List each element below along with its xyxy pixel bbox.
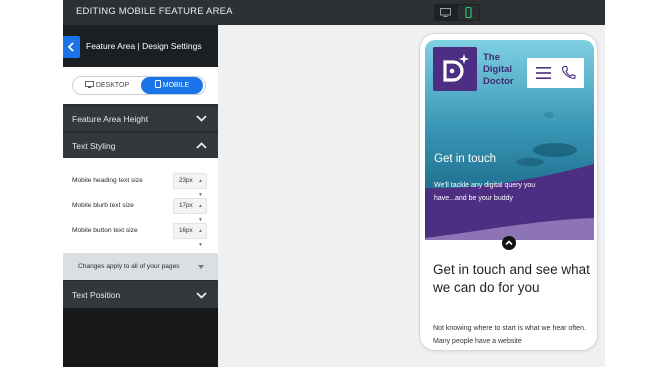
hero-blurb-line: have...and be your buddy (434, 195, 514, 202)
brand-logo[interactable] (433, 47, 477, 91)
editor-title: EDITING MOBILE FEATURE AREA (76, 6, 233, 17)
hamburger-icon[interactable] (536, 67, 551, 79)
heading-size-row: Mobile heading text size 23px ▲ ▼ (72, 173, 212, 198)
view-toggle-area: DESKTOP MOBILE (63, 67, 218, 104)
sidebar-header: Feature Area | Design Settings (63, 25, 218, 67)
scope-note-text: Changes apply to all of your pages (78, 263, 180, 270)
section-text-styling[interactable]: Text Styling (63, 132, 218, 158)
mobile-icon (154, 80, 161, 88)
mobile-preview-screen: The Digital Doctor Get in touch We'll ta… (425, 40, 594, 346)
desktop-view-label: DESKTOP (95, 82, 130, 89)
mobile-preview-button[interactable] (458, 5, 479, 20)
view-toggle: DESKTOP MOBILE (72, 76, 206, 95)
desktop-icon (440, 8, 451, 17)
section-label: Text Position (72, 290, 121, 300)
mobile-icon (465, 6, 472, 19)
section-feature-area-height[interactable]: Feature Area Height (63, 105, 218, 131)
section-label: Feature Area Height (72, 114, 149, 124)
chevron-down-icon (196, 292, 207, 299)
blurb-size-select[interactable]: 17px ▲ ▼ (173, 198, 207, 223)
logo-mark-icon (443, 54, 469, 82)
sidebar-title: Feature Area | Design Settings (86, 41, 202, 51)
desktop-icon (84, 81, 94, 88)
updown-icon: ▲ ▼ (198, 228, 203, 248)
hero-blurb-line: We'll tackle any digital query you (434, 182, 536, 189)
heading-size-select[interactable]: 23px ▲ ▼ (173, 173, 207, 198)
hero-blurb: We'll tackle any digital query you have.… (434, 179, 584, 205)
desktop-preview-button[interactable] (435, 5, 456, 20)
scroll-up-button[interactable] (502, 236, 516, 250)
caret-down-icon (198, 265, 204, 269)
content-heading: Get in touch and see what we can do for … (433, 262, 590, 295)
settings-sidebar: Feature Area | Design Settings DESKTOP M… (63, 25, 218, 367)
blurb-size-label: Mobile blurb text size (72, 202, 134, 209)
chevron-down-icon (196, 115, 207, 122)
sidebar-empty-area (63, 308, 218, 367)
back-button[interactable] (63, 36, 80, 58)
mobile-view-option[interactable]: MOBILE (141, 77, 203, 94)
chevron-up-icon (196, 142, 207, 149)
heading-size-value: 23px (179, 177, 193, 184)
section-label: Text Styling (72, 141, 116, 151)
text-styling-panel: Mobile heading text size 23px ▲ ▼ Mobile … (63, 158, 218, 253)
chevron-up-icon (505, 240, 513, 246)
chevron-left-icon (67, 42, 74, 52)
mobile-nav-buttons (527, 58, 584, 88)
top-bar: EDITING MOBILE FEATURE AREA (63, 0, 605, 25)
blurb-size-row: Mobile blurb text size 17px ▲ ▼ (72, 198, 212, 223)
button-size-label: Mobile button text size (72, 227, 138, 234)
feature-area-hero: The Digital Doctor Get in touch We'll ta… (425, 40, 594, 240)
scope-note[interactable]: Changes apply to all of your pages (63, 253, 218, 280)
mobile-view-label: MOBILE (162, 82, 190, 89)
button-size-value: 16px (179, 227, 193, 234)
mobile-preview-frame: The Digital Doctor Get in touch We'll ta… (419, 33, 598, 351)
blurb-size-value: 17px (179, 202, 193, 209)
heading-size-label: Mobile heading text size (72, 177, 143, 184)
phone-icon[interactable] (561, 65, 576, 80)
device-switch (434, 4, 480, 21)
content-paragraph: Not knowing where to start is what we he… (433, 325, 586, 345)
section-text-position[interactable]: Text Position (63, 280, 218, 308)
button-size-row: Mobile button text size 16px ▲ ▼ (72, 223, 212, 248)
button-size-select[interactable]: 16px ▲ ▼ (173, 223, 207, 248)
desktop-view-option[interactable]: DESKTOP (77, 77, 137, 94)
